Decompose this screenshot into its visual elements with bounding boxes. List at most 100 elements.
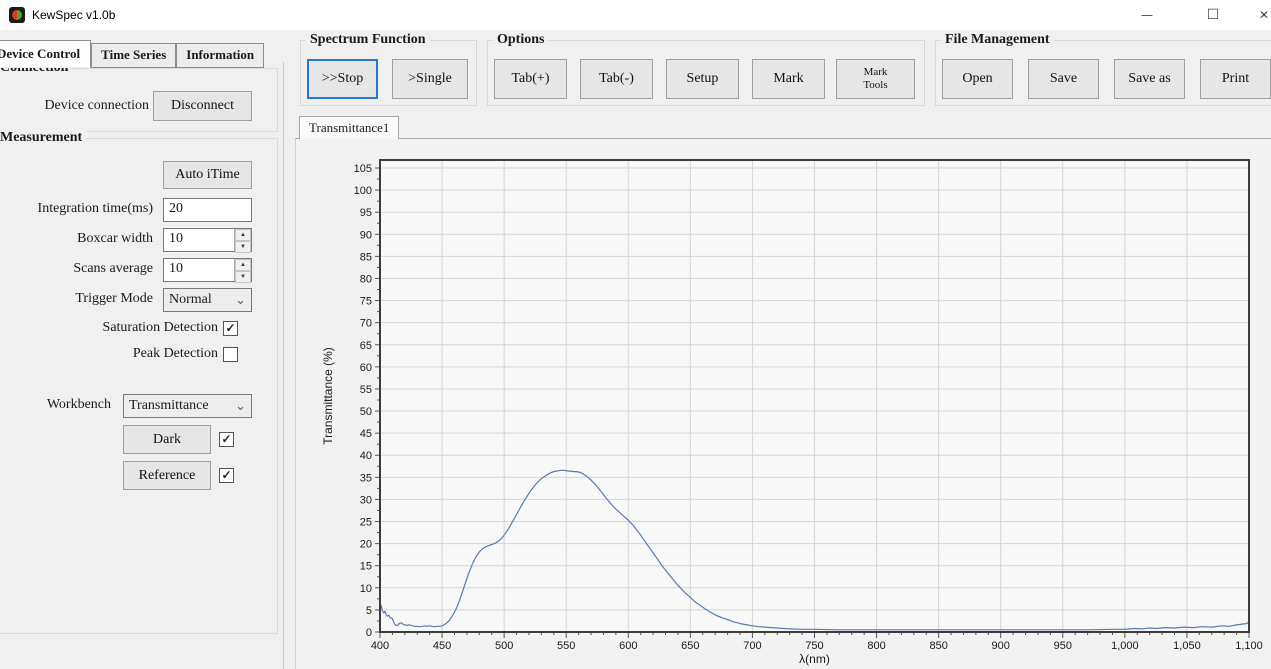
svg-text:700: 700: [743, 640, 761, 652]
svg-text:850: 850: [929, 640, 947, 652]
mark-button[interactable]: Mark: [752, 59, 825, 99]
auto-itime-button[interactable]: Auto iTime: [163, 161, 252, 189]
mark-tools-button[interactable]: Mark Tools: [836, 59, 915, 99]
tab-transmittance1[interactable]: Transmittance1: [299, 116, 399, 139]
svg-text:50: 50: [360, 406, 372, 418]
svg-text:0: 0: [366, 627, 372, 639]
tab-device-control[interactable]: Device Control: [0, 40, 91, 68]
workbench-select[interactable]: Transmittance ⌄: [123, 394, 252, 418]
spin-up-button[interactable]: ▲: [235, 259, 251, 271]
svg-text:70: 70: [360, 318, 372, 330]
boxcar-width-value[interactable]: 10: [164, 229, 234, 251]
svg-text:90: 90: [360, 229, 372, 241]
disconnect-button[interactable]: Disconnect: [153, 91, 252, 121]
reference-button[interactable]: Reference: [123, 461, 211, 490]
window-title: KewSpec v1.0b: [32, 0, 115, 30]
svg-text:95: 95: [360, 207, 372, 219]
svg-text:80: 80: [360, 273, 372, 285]
boxcar-width-stepper[interactable]: 10 ▲ ▼: [163, 228, 252, 252]
file-management-title: File Management: [941, 32, 1054, 48]
device-connection-label: Device connection: [0, 98, 149, 114]
chart-page: 4004505005506006507007508008509009501,00…: [295, 138, 1271, 669]
left-tab-strip: Device Control Time Series Information: [0, 40, 264, 68]
saturation-detection-label: Saturation Detection: [0, 320, 218, 336]
print-button[interactable]: Print: [1200, 59, 1271, 99]
spin-up-button[interactable]: ▲: [235, 229, 251, 241]
svg-text:85: 85: [360, 251, 372, 263]
tab-time-series[interactable]: Time Series: [91, 43, 176, 68]
svg-text:15: 15: [360, 561, 372, 573]
svg-text:1,050: 1,050: [1173, 640, 1201, 652]
integration-time-label: Integration time(ms): [0, 201, 153, 217]
svg-text:60: 60: [360, 362, 372, 374]
application-window: KewSpec v1.0b — ☐ ✕ Device Control Time …: [0, 0, 1271, 669]
spin-down-button[interactable]: ▼: [235, 271, 251, 283]
save-as-button[interactable]: Save as: [1114, 59, 1185, 99]
svg-text:65: 65: [360, 340, 372, 352]
scans-average-stepper[interactable]: 10 ▲ ▼: [163, 258, 252, 282]
close-button[interactable]: ✕: [1247, 0, 1271, 30]
svg-text:45: 45: [360, 428, 372, 440]
maximize-button[interactable]: ☐: [1196, 0, 1230, 30]
svg-text:400: 400: [371, 640, 389, 652]
tab-plus-button[interactable]: Tab(+): [494, 59, 567, 99]
dark-button[interactable]: Dark: [123, 425, 211, 454]
svg-text:900: 900: [992, 640, 1010, 652]
title-bar: KewSpec v1.0b — ☐ ✕: [0, 0, 1271, 30]
trigger-mode-label: Trigger Mode: [0, 291, 153, 307]
svg-text:750: 750: [805, 640, 823, 652]
app-icon: [9, 7, 25, 23]
peak-detection-label: Peak Detection: [0, 346, 218, 362]
tab-information[interactable]: Information: [176, 43, 264, 68]
measurement-group-title: Measurement: [0, 130, 86, 146]
chevron-down-icon: ⌄: [235, 401, 246, 411]
spectrum-function-title: Spectrum Function: [306, 32, 430, 48]
tab-minus-button[interactable]: Tab(-): [580, 59, 653, 99]
svg-text:800: 800: [867, 640, 885, 652]
svg-text:600: 600: [619, 640, 637, 652]
minimize-button[interactable]: —: [1130, 0, 1164, 30]
svg-text:1,000: 1,000: [1111, 640, 1139, 652]
reference-checkbox[interactable]: ✓: [219, 468, 234, 483]
open-button[interactable]: Open: [942, 59, 1013, 99]
spectrum-function-group: Spectrum Function >>Stop >Single: [300, 40, 477, 106]
file-management-group: File Management Open Save Save as Print: [935, 40, 1271, 106]
trigger-mode-value: Normal: [169, 292, 235, 308]
dark-checkbox[interactable]: ✓: [219, 432, 234, 447]
scans-average-value[interactable]: 10: [164, 259, 234, 281]
options-title: Options: [493, 32, 548, 48]
single-button[interactable]: >Single: [392, 59, 468, 99]
trigger-mode-select[interactable]: Normal ⌄: [163, 288, 252, 312]
svg-text:25: 25: [360, 517, 372, 529]
svg-text:20: 20: [360, 539, 372, 551]
measurement-group: Measurement Auto iTime Integration time(…: [0, 138, 278, 634]
svg-text:Transmittance (%): Transmittance (%): [321, 347, 335, 445]
setup-button[interactable]: Setup: [666, 59, 739, 99]
peak-detection-checkbox[interactable]: [223, 347, 238, 362]
connection-group: Connection Device connection Disconnect: [0, 68, 278, 132]
scans-average-label: Scans average: [0, 261, 153, 277]
save-button[interactable]: Save: [1028, 59, 1099, 99]
svg-text:5: 5: [366, 605, 372, 617]
spin-down-button[interactable]: ▼: [235, 241, 251, 253]
left-panel-divider: [283, 62, 284, 669]
options-group: Options Tab(+) Tab(-) Setup Mark Mark To…: [487, 40, 925, 106]
stop-button[interactable]: >>Stop: [307, 59, 378, 99]
integration-time-input[interactable]: 20: [163, 198, 252, 222]
svg-text:1,100: 1,100: [1235, 640, 1263, 652]
svg-text:10: 10: [360, 583, 372, 595]
svg-text:30: 30: [360, 494, 372, 506]
svg-text:950: 950: [1054, 640, 1072, 652]
svg-text:λ(nm): λ(nm): [799, 652, 830, 666]
svg-text:450: 450: [433, 640, 451, 652]
svg-text:500: 500: [495, 640, 513, 652]
svg-text:75: 75: [360, 296, 372, 308]
chevron-down-icon: ⌄: [235, 295, 246, 305]
svg-text:105: 105: [354, 163, 372, 175]
transmittance-chart: 4004505005506006507007508008509009501,00…: [296, 139, 1271, 669]
svg-text:35: 35: [360, 472, 372, 484]
saturation-detection-checkbox[interactable]: ✓: [223, 321, 238, 336]
boxcar-width-label: Boxcar width: [0, 231, 153, 247]
svg-text:55: 55: [360, 384, 372, 396]
svg-text:550: 550: [557, 640, 575, 652]
